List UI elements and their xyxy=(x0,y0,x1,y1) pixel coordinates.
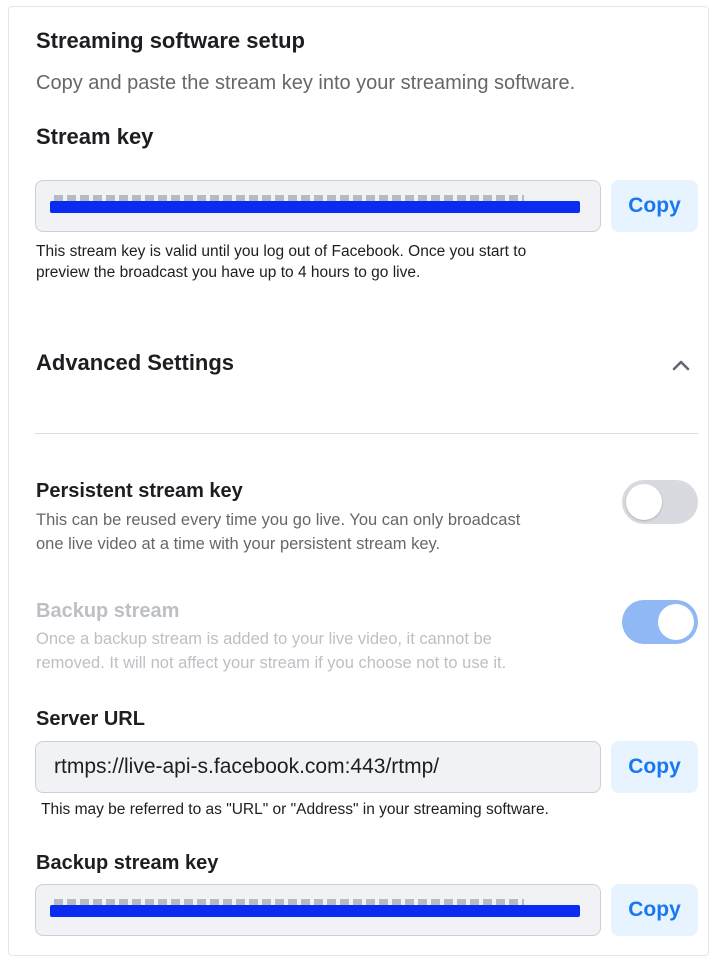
backup-desc-line-2: removed. It will not affect your stream … xyxy=(36,654,507,672)
persistent-stream-key-toggle[interactable] xyxy=(622,480,698,524)
stream-key-help-line-1: This stream key is valid until you log o… xyxy=(36,243,527,260)
copy-stream-key-button[interactable]: Copy xyxy=(611,180,698,232)
server-url-field[interactable]: rtmps://live-api-s.facebook.com:443/rtmp… xyxy=(35,741,601,793)
backup-stream-desc: Once a backup stream is added to your li… xyxy=(36,627,506,675)
toggle-knob xyxy=(626,484,662,520)
page-title: Streaming software setup xyxy=(36,28,305,53)
chevron-up-icon[interactable] xyxy=(668,352,694,378)
backup-stream-title: Backup stream xyxy=(36,600,180,622)
persistent-stream-key-desc: This can be reused every time you go liv… xyxy=(36,508,520,556)
server-url-help-text: This may be referred to as "URL" or "Add… xyxy=(41,801,549,818)
backup-stream-key-label: Backup stream key xyxy=(36,852,219,874)
toggle-knob xyxy=(658,604,694,640)
persistent-desc-line-2: one live video at a time with your persi… xyxy=(36,535,441,553)
server-url-value: rtmps://live-api-s.facebook.com:443/rtmp… xyxy=(54,755,440,778)
backup-key-redaction xyxy=(50,905,580,917)
backup-stream-toggle[interactable] xyxy=(622,600,698,644)
copy-server-url-button[interactable]: Copy xyxy=(611,741,698,793)
stream-key-field[interactable] xyxy=(35,180,601,232)
stream-key-label: Stream key xyxy=(36,124,154,149)
persistent-stream-key-title: Persistent stream key xyxy=(36,480,243,502)
backup-stream-key-field[interactable] xyxy=(35,884,601,936)
advanced-settings-title[interactable]: Advanced Settings xyxy=(36,350,234,376)
server-url-label: Server URL xyxy=(36,708,145,730)
copy-backup-stream-key-button[interactable]: Copy xyxy=(611,884,698,936)
stream-key-help-line-2: preview the broadcast you have up to 4 h… xyxy=(36,264,421,281)
backup-desc-line-1: Once a backup stream is added to your li… xyxy=(36,630,492,648)
stream-key-help-text: This stream key is valid until you log o… xyxy=(36,241,526,283)
page-subtitle: Copy and paste the stream key into your … xyxy=(36,72,576,94)
stream-key-redaction xyxy=(50,201,580,213)
divider xyxy=(35,433,698,434)
persistent-desc-line-1: This can be reused every time you go liv… xyxy=(36,511,521,529)
